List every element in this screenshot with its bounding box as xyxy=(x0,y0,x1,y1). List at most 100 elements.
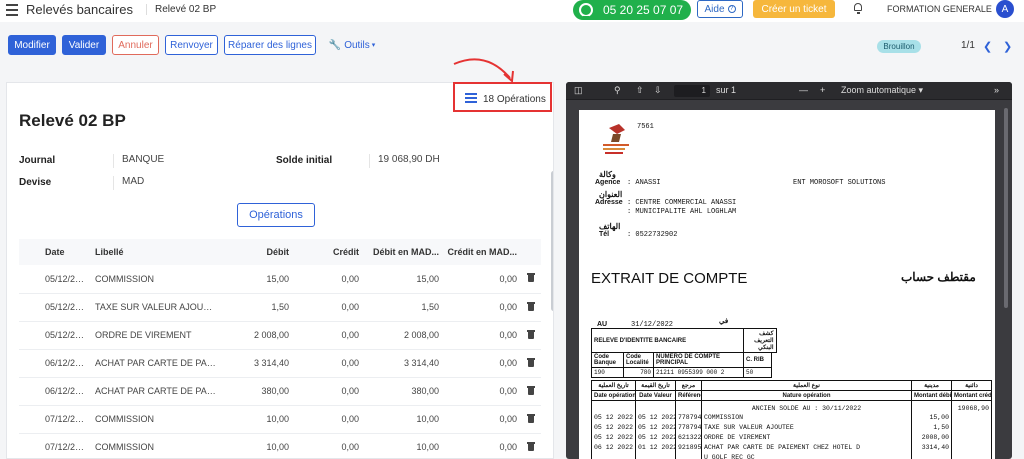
trash-icon[interactable] xyxy=(527,413,535,423)
journal-label: Journal xyxy=(19,155,56,166)
zoom-select[interactable]: Zoom automatique ▾ xyxy=(841,85,923,96)
trash-icon[interactable] xyxy=(527,301,535,311)
table-row[interactable]: 05/12/2022 COMMISSION 15,00 0,00 15,00 0,00 xyxy=(19,265,541,294)
cell-debit: 10,00 xyxy=(221,433,293,458)
support-phone-button[interactable]: 05 20 25 07 07 xyxy=(573,0,691,20)
pdf-cell-d1: 05 12 2022 xyxy=(591,432,636,442)
wrench-icon: 🔧 xyxy=(328,39,342,51)
pdf-cell-debit: 1,50 xyxy=(911,422,952,432)
pdf-scrollbar[interactable] xyxy=(1004,108,1008,308)
journal-value[interactable]: BANQUE xyxy=(113,154,164,168)
top-bar: Relevés bancaires Relevé 02 BP 05 20 25 … xyxy=(0,0,1024,22)
trash-icon[interactable] xyxy=(527,273,535,283)
page-title: Relevé 02 BP xyxy=(19,111,126,130)
previous-page-icon[interactable]: ⇧ xyxy=(636,85,644,96)
table-row[interactable]: 07/12/2022 COMMISSION 10,00 0,00 10,00 0,00 xyxy=(19,433,541,458)
column-header-debit[interactable]: Débit xyxy=(221,239,293,265)
zoom-in-button[interactable]: + xyxy=(820,85,825,95)
cancel-button[interactable]: Annuler xyxy=(112,35,159,55)
column-header-date[interactable]: Date xyxy=(19,239,91,265)
pdf-cell-d2: 05 12 2022 xyxy=(635,412,676,422)
question-icon: ? xyxy=(727,5,736,13)
cell-credit: 0,00 xyxy=(293,433,363,458)
cell-label: ACHAT PAR CARTE DE PAIEM... xyxy=(91,349,221,378)
page-number-input[interactable]: 1 xyxy=(674,85,710,97)
table-row[interactable]: 06/12/2022 ACHAT PAR CARTE DE PAIEM... 3 3… xyxy=(19,349,541,378)
pdf-header-ar: دائنية xyxy=(951,380,992,391)
column-header-actions xyxy=(521,239,541,265)
pdf-agency-value: : ANASSI xyxy=(627,179,661,187)
trash-icon[interactable] xyxy=(527,385,535,395)
search-icon[interactable]: ⚲ xyxy=(614,85,621,96)
trash-icon[interactable] xyxy=(527,329,535,339)
pdf-col-account: NUMERO DE COMPTE PRINCIPAL xyxy=(653,352,744,368)
pdf-cell-nature: COMMISSION xyxy=(701,412,912,422)
pdf-statement-table: تاريخ العملية تاريخ القيمة مرجع نوع العم… xyxy=(591,380,992,459)
company-name[interactable]: FORMATION GENERALE xyxy=(887,4,992,14)
resend-button[interactable]: Renvoyer xyxy=(165,35,218,55)
cell-credit-mad: 0,00 xyxy=(443,349,521,378)
pdf-phone-label: Tél xyxy=(599,231,610,238)
next-record-chevron-icon[interactable]: ❯ xyxy=(1003,40,1012,53)
column-header-label[interactable]: Libellé xyxy=(91,239,221,265)
avatar[interactable]: A xyxy=(996,0,1014,18)
column-header-credit[interactable]: Crédit xyxy=(293,239,363,265)
initial-balance-value[interactable]: 19 068,90 DH xyxy=(369,154,440,168)
next-page-icon[interactable]: ⇩ xyxy=(654,85,662,96)
cell-label: ACHAT PAR CARTE DE PAIEM... xyxy=(91,377,221,406)
pdf-cell-d1 xyxy=(591,452,636,459)
pdf-cell-ref: 621322 xyxy=(675,432,702,442)
help-button[interactable]: Aide ? xyxy=(697,0,743,18)
pdf-col-rib: C. RIB xyxy=(743,352,772,368)
table-row[interactable]: 05/12/2022 ORDRE DE VIREMENT 2 008,00 0,00 2… xyxy=(19,321,541,350)
zoom-out-button[interactable]: — xyxy=(799,85,808,95)
bell-icon[interactable] xyxy=(854,3,863,14)
trash-icon[interactable] xyxy=(527,441,535,451)
menu-icon[interactable] xyxy=(6,4,18,16)
tools-menu-icon[interactable]: » xyxy=(994,85,999,95)
pdf-title-ar: مقتطف حساب xyxy=(901,270,976,284)
pdf-phone-value: : 0522732902 xyxy=(627,231,678,239)
cell-date: 07/12/2022 xyxy=(19,433,91,458)
pdf-header: Montant crédit xyxy=(951,390,992,401)
tools-dropdown[interactable]: 🔧 Outils ▾ xyxy=(326,35,378,55)
column-header-debit-mad[interactable]: Débit en MAD... xyxy=(363,239,443,265)
pdf-statement-header: Date opération Date Valeur Référence Nat… xyxy=(591,390,992,401)
currency-value[interactable]: MAD xyxy=(113,176,144,190)
pdf-header: Date Valeur xyxy=(635,390,676,401)
validate-button[interactable]: Valider xyxy=(62,35,106,55)
operations-button[interactable]: Opérations xyxy=(237,203,315,227)
record-pager: 1/1 xyxy=(961,40,975,51)
cell-credit: 0,00 xyxy=(293,377,363,406)
cell-debit: 15,00 xyxy=(221,265,293,294)
annotation-arrow xyxy=(453,58,514,84)
page-total: sur 1 xyxy=(716,85,737,95)
pdf-header-ar: مدينية xyxy=(911,380,952,391)
cell-actions xyxy=(521,349,541,378)
pdf-cell-nature: U GOLF REC GC xyxy=(701,452,912,459)
previous-record-chevron-icon[interactable]: ❮ xyxy=(983,40,992,53)
column-header-credit-mad[interactable]: Crédit en MAD... xyxy=(443,239,521,265)
cell-actions xyxy=(521,265,541,294)
cell-date: 05/12/2022 xyxy=(19,293,91,322)
cell-credit: 0,00 xyxy=(293,293,363,322)
table-header: Date Libellé Débit Crédit Débit en MAD..… xyxy=(19,239,541,265)
cell-credit-mad: 0,00 xyxy=(443,377,521,406)
trash-icon[interactable] xyxy=(527,357,535,367)
pdf-agency-label: Agence xyxy=(595,179,621,186)
table-row[interactable]: 06/12/2022 ACHAT PAR CARTE DE PAIEM... 380… xyxy=(19,377,541,406)
cell-debit: 10,00 xyxy=(221,405,293,434)
modify-button[interactable]: Modifier xyxy=(8,35,56,55)
pdf-val-rib: 50 xyxy=(743,367,772,378)
cell-debit-mad: 10,00 xyxy=(363,405,443,434)
sidebar-toggle-icon[interactable]: ◫ xyxy=(574,85,583,96)
table-row[interactable]: 07/12/2022 COMMISSION 10,00 0,00 10,00 0,00 xyxy=(19,405,541,434)
table-row[interactable]: 05/12/2022 TAXE SUR VALEUR AJOUTEE 1,50 0,0… xyxy=(19,293,541,322)
pdf-statement-row: 06 12 2022 01 12 2022 921895 ACHAT PAR CART… xyxy=(591,442,992,452)
cell-label: COMMISSION xyxy=(91,433,221,458)
create-ticket-button[interactable]: Créer un ticket xyxy=(753,0,835,18)
repair-lines-button[interactable]: Réparer des lignes xyxy=(224,35,316,55)
zoom-value: Zoom automatique xyxy=(841,85,917,95)
pdf-cell-credit xyxy=(951,412,992,422)
scrollbar[interactable] xyxy=(551,171,553,311)
